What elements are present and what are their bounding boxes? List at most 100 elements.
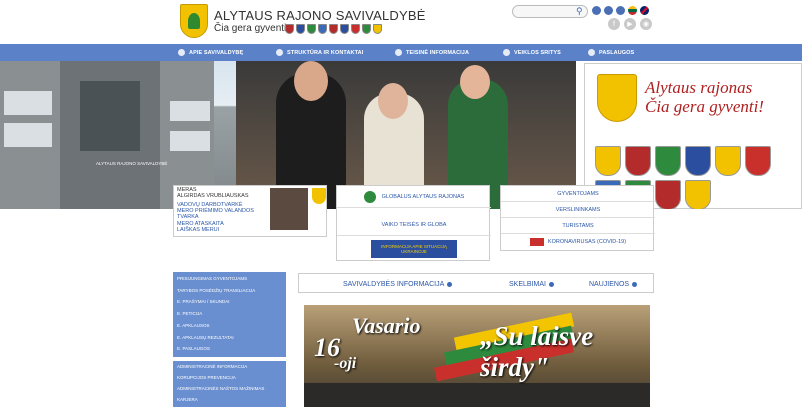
ukraine-info-banner[interactable]: INFORMACIJA APIE SITUACIJĄ UKRAINOJE [371, 240, 457, 258]
mayor-link[interactable]: TVARKA [177, 214, 199, 220]
panel-slogan-line2: Čia gera gyventi! [645, 97, 764, 116]
middle-links-box: GLOBALUS ALYTAUS RAJONAS VAIKO TEISĖS IR… [336, 185, 491, 261]
link-label: GLOBALUS ALYTAUS RAJONAS [381, 193, 465, 200]
crest-icon [307, 24, 316, 34]
arrow-right-icon [632, 281, 638, 287]
crest-icon [329, 24, 338, 34]
crest-icon [745, 146, 771, 176]
crest-icon [685, 146, 711, 176]
feature-slogan: „Su laisve širdy" [480, 321, 594, 382]
link-child-rights[interactable]: VAIKO TEISĖS IR GLOBA [337, 214, 491, 236]
feature-month: Vasario [352, 313, 421, 338]
tab-label: SKELBIMAI [509, 280, 546, 288]
nav-item-label: TEISINĖ INFORMACIJA [406, 49, 470, 56]
mayor-crest-icon [312, 188, 326, 204]
crest-icon [340, 24, 349, 34]
sidebar-item-broadcast[interactable]: TARYBOS POSĖDŽIŲ TRANSLIACIJA [177, 288, 255, 293]
tab-label: NAUJIENOS [589, 280, 630, 288]
site-title[interactable]: ALYTAUS RAJONO SAVIVALDYBĖ [214, 8, 426, 23]
sidebar-item-anticorruption[interactable]: KORUPCIJOS PREVENCIJA [177, 375, 236, 380]
crest-icon [655, 146, 681, 176]
person-head [378, 83, 408, 119]
sidebar-item-e-services[interactable]: E. PASLAUGOS [177, 346, 210, 351]
sidebar-item-petition[interactable]: E. PETICIJA [177, 311, 202, 316]
building-window [4, 91, 52, 115]
arrow-right-icon [447, 281, 453, 287]
site-slogan: Čia gera gyventi! [214, 23, 290, 34]
crest-icon [362, 24, 371, 34]
nav-item-label: VEIKLOS SRITYS [514, 49, 561, 56]
header-tools [592, 6, 649, 15]
building-window [170, 131, 210, 151]
lithuanian-flag-icon[interactable] [628, 6, 637, 15]
nav-item-veiklos[interactable]: VEIKLOS SRITYS [503, 44, 561, 61]
sidebar-item-requests[interactable]: E. PRAŠYMAI / SKUNDAI [177, 299, 230, 304]
social-links: f ▶ ◉ [608, 18, 652, 30]
arrow-right-icon [548, 281, 554, 287]
municipality-crest-large [597, 74, 637, 122]
nav-icon [503, 49, 510, 56]
covid-icon [529, 238, 544, 246]
link-covid[interactable]: KORONAVIRUSAS (COVID-19) [501, 234, 655, 250]
crest-icon [318, 24, 327, 34]
link-global-district[interactable]: GLOBALUS ALYTAUS RAJONAS [337, 186, 491, 208]
building-window [4, 123, 52, 147]
mayor-photo[interactable] [270, 188, 308, 230]
crest-icon [685, 180, 711, 209]
municipality-crest-logo[interactable] [180, 4, 208, 38]
person-head [294, 61, 328, 101]
crest-icon [655, 180, 681, 209]
mayor-link[interactable]: LAIŠKAS MERUI [177, 227, 219, 233]
globe-icon [363, 190, 376, 203]
feature-image[interactable]: Vasario 16 -oji „Su laisve širdy" [304, 305, 650, 407]
nav-item-struktura[interactable]: STRUKTŪRA IR KONTAKTAI [276, 44, 363, 61]
rss-icon[interactable]: ◉ [640, 18, 652, 30]
feature-suffix: -oji [334, 355, 357, 372]
building-window [170, 101, 210, 121]
link-residents[interactable]: GYVENTOJAMS [501, 186, 655, 202]
nav-item-label: PASLAUGOS [599, 49, 635, 56]
e-services-sidebar: PRISIJUNGIMAS GYVENTOJAMS TARYBOS POSĖDŽ… [173, 272, 286, 357]
link-business[interactable]: VERSLININKAMS [501, 202, 655, 218]
main-nav: APIE SAVIVALDYBĘ STRUKTŪRA IR KONTAKTAI … [0, 44, 802, 61]
sign-language-icon[interactable] [616, 6, 625, 15]
link-label: KORONAVIRUSAS (COVID-19) [547, 239, 627, 245]
nav-item-label: APIE SAVIVALDYBĘ [189, 49, 244, 56]
crest-icon [351, 24, 360, 34]
search-icon[interactable]: ⚲ [576, 6, 583, 17]
building-sign: ALYTAUS RAJONO SAVIVALDYBĖ [96, 161, 168, 166]
mayor-name: ALGIRDAS VRUBLIAUSKAS [177, 193, 249, 199]
tab-news[interactable]: NAUJIENOS [589, 274, 638, 294]
nav-item-teisine[interactable]: TEISINĖ INFORMACIJA [395, 44, 469, 61]
sidebar-item-admin-info[interactable]: ADMINISTRACINĖ INFORMACIJA [177, 364, 247, 369]
facebook-icon[interactable]: f [608, 18, 620, 30]
sitemap-icon[interactable] [592, 6, 601, 15]
crest-icon [373, 24, 382, 34]
crest-icon [595, 146, 621, 176]
link-tourists[interactable]: TURISTAMS [501, 218, 655, 234]
crest-icon [296, 24, 305, 34]
nav-icon [178, 49, 185, 56]
crest-emblem-icon [188, 13, 200, 29]
tab-announcements[interactable]: SKELBIMAI [509, 274, 554, 294]
sidebar-item-login[interactable]: PRISIJUNGIMAS GYVENTOJAMS [177, 276, 247, 281]
tab-municipality-info[interactable]: SAVIVALDYBĖS INFORMACIJA [343, 274, 453, 294]
crest-icon [625, 146, 651, 176]
sidebar-item-survey-results[interactable]: E. APKLAUSŲ REZULTATAI [177, 335, 234, 340]
site-header: ALYTAUS RAJONO SAVIVALDYBĖ Čia gera gyve… [0, 0, 802, 44]
panel-slogan: Alytaus rajonas Čia gera gyventi! [645, 78, 764, 116]
youtube-icon[interactable]: ▶ [624, 18, 636, 30]
nav-icon [276, 49, 283, 56]
audience-links-box: GYVENTOJAMS VERSLININKAMS TURISTAMS KORO… [500, 185, 655, 251]
sidebar-item-career[interactable]: KARJERA [177, 397, 198, 402]
nav-icon [588, 49, 595, 56]
sidebar-item-surveys[interactable]: E. APKLAUSOS [177, 323, 210, 328]
nav-item-label: STRUKTŪRA IR KONTAKTAI [287, 49, 364, 56]
content-tabs: SAVIVALDYBĖS INFORMACIJA SKELBIMAI NAUJI… [298, 273, 654, 293]
accessibility-icon[interactable] [604, 6, 613, 15]
nav-item-paslaugos[interactable]: PASLAUGOS [588, 44, 634, 61]
english-flag-icon[interactable] [640, 6, 649, 15]
crest-icon [715, 146, 741, 176]
nav-item-apie[interactable]: APIE SAVIVALDYBĘ [178, 44, 243, 61]
sidebar-item-burden[interactable]: ADMINISTRACINĖS NAŠTOS MAŽINIMAS [177, 386, 264, 391]
